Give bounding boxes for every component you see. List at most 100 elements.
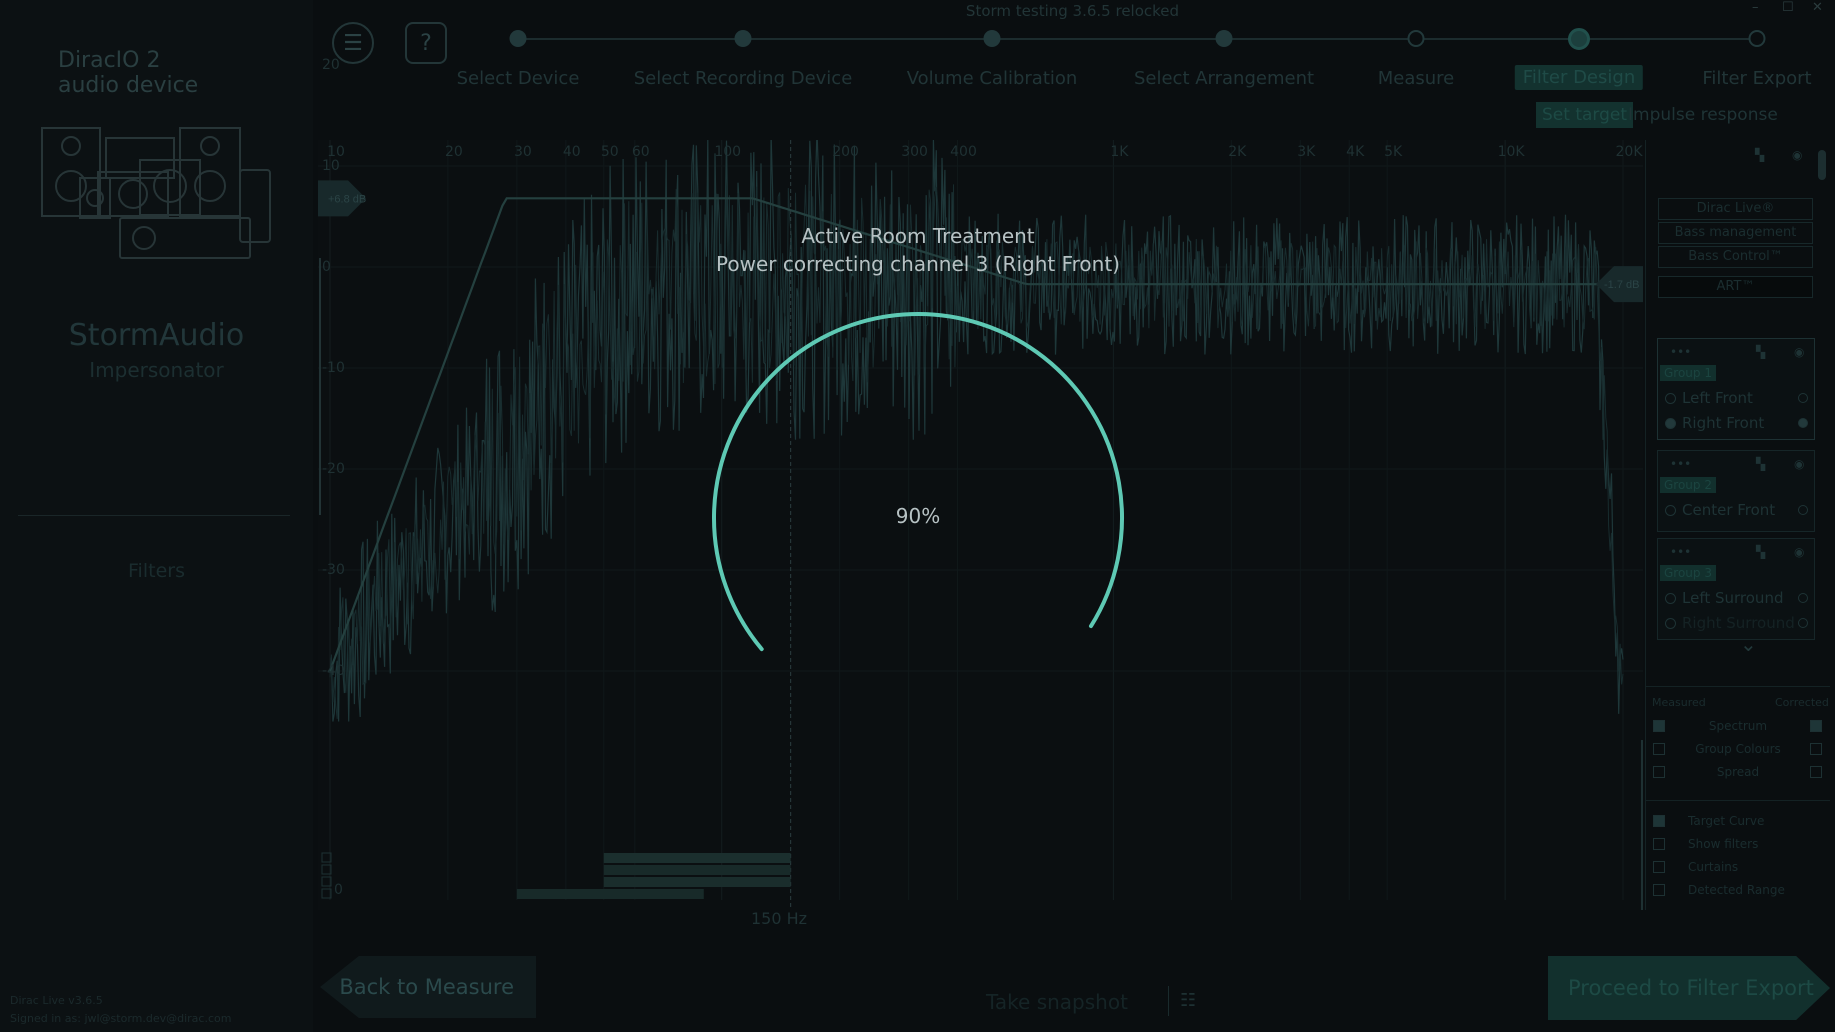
db-tick-label: -10 <box>322 360 345 376</box>
display-option-label: Group Colours <box>1695 742 1781 756</box>
group-badge: Group 3 <box>1660 565 1716 581</box>
snapshot-divider <box>1168 986 1169 1016</box>
channel-name[interactable]: Left Surround <box>1682 589 1783 607</box>
channel-radio[interactable] <box>1665 505 1676 516</box>
help-button[interactable]: ? <box>405 22 447 64</box>
channel-radio[interactable] <box>1665 393 1676 404</box>
scroll-down-icon[interactable]: ⌄ <box>1740 632 1757 656</box>
right-handle-label: -1.7 dB <box>1604 279 1639 291</box>
group-view-icon[interactable]: ▚ <box>1756 457 1765 471</box>
display-option-checkbox[interactable] <box>1653 884 1665 896</box>
maximize-icon[interactable]: ☐ <box>1782 0 1794 15</box>
wizard-step-label[interactable]: Filter Export <box>1702 68 1811 89</box>
feature-toggle-button[interactable]: Dirac Live® <box>1658 198 1813 220</box>
channel-name[interactable]: Right Surround <box>1682 614 1795 632</box>
channel-group-card[interactable]: ••• ▚ ◉ Group 2 Center Front <box>1657 450 1815 532</box>
channel-radio[interactable] <box>1665 618 1676 629</box>
panel-eye-icon[interactable]: ◉ <box>1792 148 1802 162</box>
channel-group-card[interactable]: ••• ▚ ◉ Group 1 Left Front Right Front <box>1657 338 1815 440</box>
overlay-title: Active Room Treatment <box>801 224 1035 248</box>
sidebar: DiracIO 2 audio device StormAudio Impers… <box>0 0 313 1032</box>
group-eye-icon[interactable]: ◉ <box>1794 345 1804 359</box>
wizard-step-label[interactable]: Measure <box>1378 68 1455 89</box>
panel-view-icon[interactable]: ▚ <box>1755 148 1764 162</box>
feature-toggle-button[interactable]: ART™ <box>1658 276 1813 298</box>
take-snapshot-button[interactable]: Take snapshot <box>986 990 1128 1014</box>
corrected-checkbox[interactable] <box>1810 743 1822 755</box>
device-title: DiracIO 2 audio device <box>58 48 198 98</box>
left-handle-label: +6.8 dB <box>328 193 366 205</box>
wizard-step-label[interactable]: Select Arrangement <box>1134 68 1314 89</box>
feature-toggle-button[interactable]: Bass Control™ <box>1658 246 1813 268</box>
freq-tick-label: 60 <box>631 144 650 160</box>
hamburger-icon: ☰ <box>343 30 363 56</box>
group-view-icon[interactable]: ▚ <box>1756 545 1765 559</box>
group-badge: Group 1 <box>1660 365 1716 381</box>
wizard-step-label[interactable]: Select Device <box>457 68 580 89</box>
db-tick-label: -40 <box>322 663 345 679</box>
range-bar <box>603 853 791 863</box>
progress-arc <box>711 312 1124 652</box>
tab-set-target[interactable]: Set target <box>1536 102 1634 128</box>
wizard-step-dot[interactable] <box>734 30 752 47</box>
panel-scrollbar[interactable] <box>1818 150 1826 180</box>
group-eye-icon[interactable]: ◉ <box>1794 457 1804 471</box>
wizard-step-label[interactable]: Filter Design <box>1514 65 1644 90</box>
more-options-icon[interactable]: ••• <box>1670 545 1691 559</box>
snapshot-list-icon[interactable]: ☷ <box>1180 990 1196 1011</box>
channel-visibility-dot[interactable] <box>1798 593 1808 603</box>
back-button-label: Back to Measure <box>339 975 514 999</box>
measured-column-header: Measured <box>1652 696 1706 709</box>
channel-radio[interactable] <box>1665 593 1676 604</box>
group-view-icon[interactable]: ▚ <box>1756 345 1765 359</box>
channel-visibility-dot[interactable] <box>1798 618 1808 628</box>
more-options-icon[interactable]: ••• <box>1670 345 1691 359</box>
panel-divider <box>1645 800 1830 801</box>
display-option-checkbox[interactable] <box>1653 838 1665 850</box>
freq-tick-label: 10K <box>1497 144 1525 160</box>
display-option-checkbox[interactable] <box>1653 815 1665 827</box>
wizard-step-dot[interactable] <box>1748 30 1766 47</box>
channel-visibility-dot[interactable] <box>1798 505 1808 515</box>
group-eye-icon[interactable]: ◉ <box>1794 545 1804 559</box>
close-icon[interactable]: ✕ <box>1812 0 1823 15</box>
freq-tick-label: 40 <box>562 144 581 160</box>
channel-radio[interactable] <box>1665 418 1676 429</box>
wizard-step-dot[interactable] <box>1568 28 1590 50</box>
channel-name[interactable]: Right Front <box>1682 414 1764 432</box>
wizard-step-label[interactable]: Volume Calibration <box>907 68 1078 89</box>
display-option-label: Curtains <box>1688 860 1739 874</box>
version-label: Dirac Live v3.6.5 <box>10 994 103 1007</box>
freq-tick-label: 5K <box>1384 144 1403 160</box>
tab-impulse-response[interactable]: Impulse response <box>1622 102 1784 128</box>
channel-visibility-dot[interactable] <box>1798 393 1808 403</box>
display-option-checkbox[interactable] <box>1653 861 1665 873</box>
cursor-frequency-readout: 150 Hz <box>751 909 808 928</box>
wizard-step-dot[interactable] <box>1215 30 1233 47</box>
channel-name[interactable]: Center Front <box>1682 501 1775 519</box>
channel-group-card[interactable]: ••• ▚ ◉ Group 3 Left Surround Right Surround <box>1657 538 1815 640</box>
wizard-step-dot[interactable] <box>1407 30 1425 47</box>
wizard-step-label[interactable]: Select Recording Device <box>634 68 853 89</box>
wizard-step-dot[interactable] <box>983 30 1001 47</box>
display-option-label: Spread <box>1716 765 1760 779</box>
speaker-system-illustration <box>41 127 271 259</box>
back-to-measure-button[interactable]: Back to Measure <box>320 956 536 1018</box>
feature-toggle-button[interactable]: Bass management <box>1658 222 1813 244</box>
proceed-to-filter-export-button[interactable]: Proceed to Filter Export <box>1548 956 1830 1020</box>
sidebar-item-filters[interactable]: Filters <box>0 560 313 582</box>
display-option-label: Spectrum <box>1708 719 1768 733</box>
wizard-step-dot[interactable] <box>509 30 527 47</box>
freq-tick-label: 30 <box>513 144 532 160</box>
question-icon: ? <box>420 30 432 56</box>
channel-visibility-dot[interactable] <box>1798 418 1808 428</box>
group-badge: Group 2 <box>1660 477 1716 493</box>
panel-border <box>1645 140 1646 910</box>
display-option-label: Target Curve <box>1688 814 1765 828</box>
corrected-checkbox[interactable] <box>1810 720 1822 732</box>
freq-tick-label: 400 <box>950 144 977 160</box>
more-options-icon[interactable]: ••• <box>1670 457 1691 471</box>
minimize-icon[interactable]: – <box>1752 0 1759 15</box>
channel-name[interactable]: Left Front <box>1682 389 1753 407</box>
corrected-checkbox[interactable] <box>1810 766 1822 778</box>
